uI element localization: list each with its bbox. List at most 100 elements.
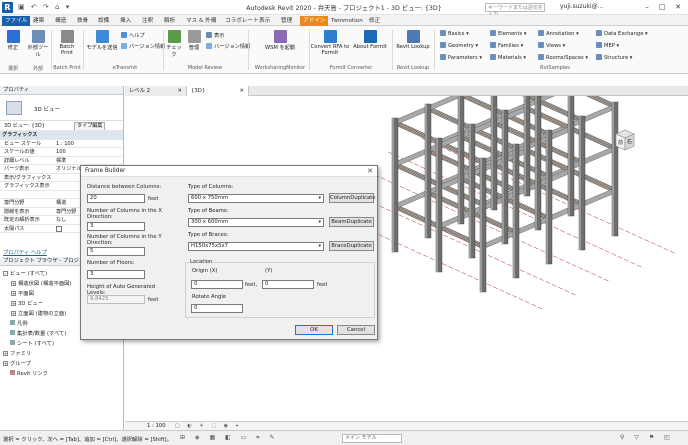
beam-duplicate-button[interactable]: BeamDuplicate	[329, 217, 374, 227]
cancel-button[interactable]: Cancel	[337, 325, 375, 335]
brace-duplicate-button[interactable]: BraceDuplicate	[329, 241, 374, 251]
property-row[interactable]: 詳細レベル 標準	[0, 157, 123, 165]
beams-type-select[interactable]: 300 x 600mm ▾	[188, 218, 324, 227]
tab-steel[interactable]: 鉄骨	[74, 16, 91, 26]
materials-button[interactable]: Materials ▾	[490, 54, 526, 61]
floors-input[interactable]: 3	[87, 270, 145, 279]
model-review-info-button[interactable]: バージョン情報	[206, 43, 250, 50]
browser-item[interactable]: +3D ビュー	[11, 299, 43, 307]
browser-item[interactable]: シート (すべて)	[10, 339, 54, 347]
check-button[interactable]: チェック	[164, 30, 184, 58]
close-icon[interactable]: ✕	[367, 167, 373, 175]
browser-item[interactable]: + 構造伏図 (構造平面図)	[11, 279, 72, 287]
browser-item[interactable]: 凡例	[10, 319, 28, 327]
ok-button[interactable]: OK	[295, 325, 333, 335]
modify-button[interactable]: 修正	[2, 30, 24, 51]
expand-icon[interactable]: +	[11, 291, 16, 296]
rooms-spaces-button[interactable]: Rooms/Spaces ▾	[538, 54, 588, 61]
launch-wsm-button[interactable]: WSM を起動	[258, 30, 302, 51]
tab-file[interactable]: ファイル	[2, 16, 31, 26]
tab-twinmotion[interactable]: Twinmotion	[328, 16, 366, 26]
convert-rfa-button[interactable]: Convert RFA to FormIt	[310, 30, 350, 56]
user-account[interactable]: yuji.suzuki@...	[560, 3, 603, 10]
viewcube[interactable]: 前 右	[612, 128, 638, 152]
instance-selector[interactable]: 3D ビュー: {3D} タイプ編集	[0, 121, 123, 131]
rotate-input[interactable]: 0	[191, 304, 243, 313]
columns-type-select[interactable]: 600 x 750mm ▾	[188, 194, 324, 203]
browser-item[interactable]: + 平面図	[11, 289, 34, 297]
close-icon[interactable]: ✕	[178, 86, 182, 96]
search-input[interactable]: キーワードまたは語句を入力	[485, 3, 545, 18]
manage-button[interactable]: 管理	[184, 30, 204, 51]
view-control-icons[interactable]: ▢ ◐ ☀ ⬚ ◉ ⌖	[175, 423, 241, 429]
about-formit-button[interactable]: About FormIt	[352, 30, 388, 50]
property-row[interactable]: ビュー スケール 1 : 100	[0, 140, 123, 148]
tab-insert[interactable]: 挿入	[117, 16, 134, 26]
version-info-button[interactable]: バージョン情報	[121, 43, 165, 50]
views-button[interactable]: Views ▾	[538, 42, 565, 49]
close-icon[interactable]: ✕	[240, 86, 244, 96]
tab-structure[interactable]: 構造	[52, 16, 69, 26]
expand-icon[interactable]: +	[3, 351, 8, 356]
browser-item[interactable]: + 立面図 (建物の立面)	[11, 309, 66, 317]
distance-input[interactable]: 20	[87, 194, 145, 203]
main-model-selector[interactable]: メイン モデル	[342, 434, 402, 443]
tab-addins[interactable]: アドイン	[300, 16, 329, 26]
tab-architecture[interactable]: 建築	[30, 16, 47, 26]
selection-filter-icons[interactable]: ⚲ ▽ ⚑ ◰	[620, 434, 674, 441]
display-button[interactable]: 表示	[206, 32, 224, 39]
external-tools-button[interactable]: 外部ツール	[26, 30, 50, 58]
elements-button[interactable]: Elements ▾	[490, 30, 526, 37]
browser-item[interactable]: 集計表/数量 (すべて)	[10, 329, 66, 337]
browser-item[interactable]: + グループ	[3, 359, 31, 367]
tab-annotate[interactable]: 注釈	[139, 16, 156, 26]
cols-x-input[interactable]: 3	[87, 222, 145, 231]
annotation-button[interactable]: Annotation ▾	[538, 30, 579, 37]
collapse-icon[interactable]: –	[3, 271, 8, 276]
tab-3d[interactable]: {3D} ✕	[187, 86, 249, 96]
structure-button[interactable]: Structure ▾	[596, 54, 632, 61]
status-icons[interactable]: ⊞ ◈ ▦ ◧ ▭ ⌗ ✎	[180, 434, 279, 442]
close-icon[interactable]: ✕	[671, 1, 685, 13]
tab-systems[interactable]: 設備	[95, 16, 112, 26]
browser-item[interactable]: – ビュー (すべて)	[3, 269, 47, 277]
data-exchange-button[interactable]: Data Exchange ▾	[596, 30, 648, 37]
braces-type-select[interactable]: H150x75x5x7 ▾	[188, 242, 324, 251]
expand-icon[interactable]: +	[11, 301, 16, 306]
geometry-button[interactable]: Geometry ▾	[440, 42, 478, 49]
parameters-button[interactable]: Parameters ▾	[440, 54, 482, 61]
maximize-icon[interactable]: □	[655, 1, 669, 13]
tab-modify[interactable]: 修正	[366, 16, 383, 26]
property-category[interactable]: グラフィックス	[0, 131, 123, 140]
tab-manage[interactable]: 管理	[278, 16, 295, 26]
help-button[interactable]: ヘルプ	[121, 32, 145, 39]
origin-x-input[interactable]: 0	[191, 280, 243, 289]
tab-analyze[interactable]: 解析	[161, 16, 178, 26]
expand-icon[interactable]: +	[11, 281, 16, 286]
mep-button[interactable]: MEP ▾	[596, 42, 619, 49]
checkbox[interactable]	[56, 225, 62, 232]
property-row[interactable]: スケールの値 100	[0, 148, 123, 157]
origin-y-input[interactable]: 0	[262, 280, 314, 289]
viewcube-front[interactable]: 前	[618, 139, 623, 146]
basics-button[interactable]: Basics ▾	[440, 30, 469, 37]
cols-y-input[interactable]: 5	[87, 247, 145, 256]
minimize-icon[interactable]: –	[640, 1, 654, 13]
revit-lookup-button[interactable]: Revit Lookup	[394, 30, 432, 50]
column-duplicate-button[interactable]: ColumnDuplicate	[329, 193, 376, 203]
view-scale[interactable]: 1 : 100	[147, 423, 166, 429]
browser-item[interactable]: Revit リンク	[10, 369, 48, 377]
batch-print-button[interactable]: Batch Print	[53, 30, 81, 56]
families-button[interactable]: Families ▾	[490, 42, 523, 49]
tab-view[interactable]: 表示	[256, 16, 273, 26]
send-model-button[interactable]: モデルを送信	[85, 30, 119, 51]
properties-help-link[interactable]: プロパティ ヘルプ	[3, 248, 47, 256]
tab-massing[interactable]: マス & 外構	[183, 16, 219, 26]
edit-type-button[interactable]: タイプ編集	[74, 122, 106, 130]
browser-item[interactable]: + ファミリ	[3, 349, 31, 357]
type-selector[interactable]: 3D ビュー	[0, 95, 123, 121]
expand-icon[interactable]: +	[3, 361, 8, 366]
expand-icon[interactable]: +	[11, 311, 16, 316]
tab-level-2[interactable]: レベル 2 ✕	[125, 86, 187, 96]
viewcube-right[interactable]: 右	[627, 138, 632, 145]
